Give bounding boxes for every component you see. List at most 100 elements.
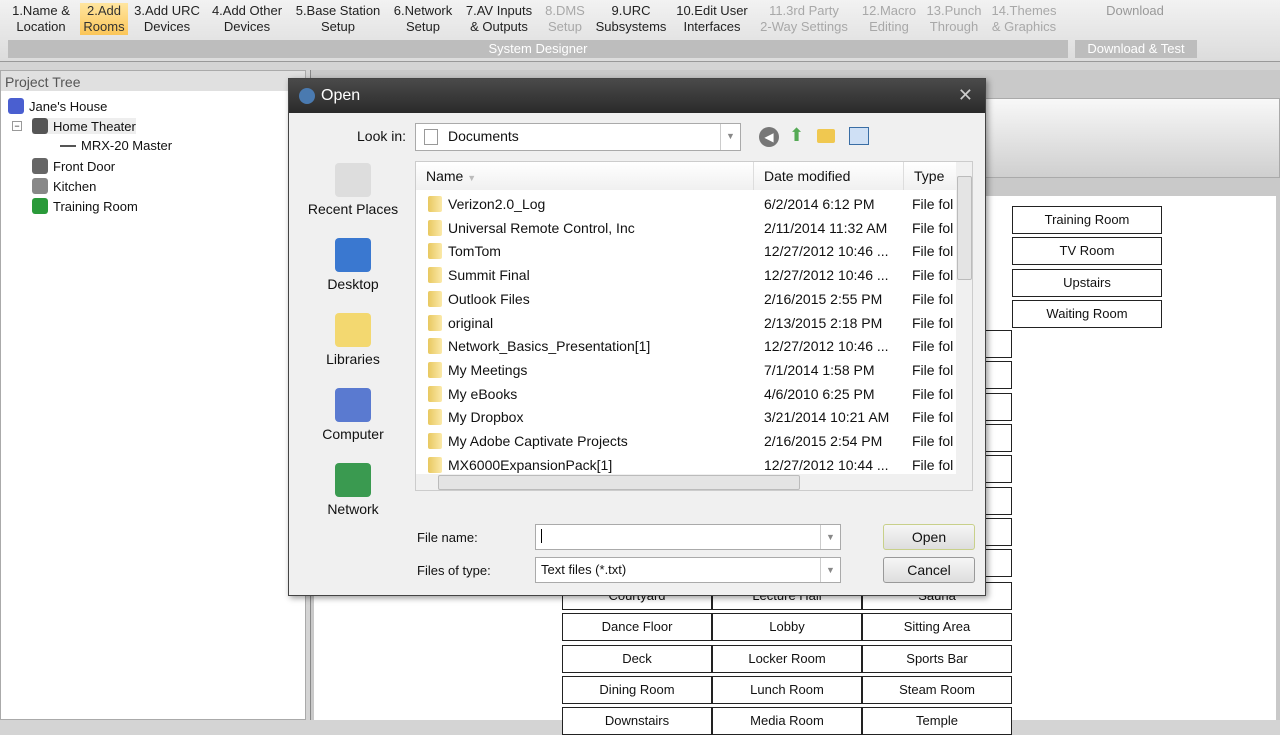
ribbon-step[interactable]: 12.Macro Editing (856, 3, 922, 35)
ribbon-step[interactable]: 2.Add Rooms (80, 3, 128, 35)
room-button[interactable]: Deck (562, 644, 712, 673)
tree-node[interactable]: Front Door (32, 158, 115, 174)
room-button[interactable]: Dining Room (562, 675, 712, 704)
ribbon-step[interactable]: 7.AV Inputs & Outputs (460, 3, 538, 35)
file-name: My eBooks (448, 385, 518, 402)
folder-icon (428, 361, 442, 378)
ribbon-step-line1: 4.Add Other (211, 3, 283, 18)
room-button[interactable]: Temple (862, 707, 1012, 735)
ribbon-step[interactable]: 8.DMS Setup (540, 3, 590, 35)
ribbon-step[interactable]: 6.Network Setup (387, 3, 459, 35)
place-computer[interactable]: Computer (299, 388, 407, 442)
new-folder-icon[interactable] (817, 129, 835, 143)
file-row[interactable]: Universal Remote Control, Inc 2/11/2014 1… (416, 216, 956, 240)
room-button[interactable]: Training Room (1012, 206, 1162, 234)
look-in-select[interactable]: Documents ▼ (415, 123, 741, 151)
ribbon-step-line2: Subsystems (595, 19, 667, 34)
folder-icon (428, 314, 442, 331)
folder-icon (428, 433, 442, 449)
room-button[interactable]: Waiting Room (1012, 299, 1162, 328)
ribbon-step-line2: Setup (406, 19, 440, 34)
file-name: TomTom (448, 243, 501, 260)
room-button[interactable]: Dance Floor (562, 613, 712, 642)
room-button[interactable]: Sports Bar (862, 644, 1012, 673)
ribbon-step[interactable]: 14.Themes & Graphics (988, 3, 1060, 35)
tree-node[interactable]: Training Room (32, 198, 138, 214)
room-button[interactable]: Downstairs (562, 707, 712, 735)
file-row[interactable]: Outlook Files 2/16/2015 2:55 PM File fol (416, 287, 956, 311)
up-folder-icon[interactable]: ⬆ (789, 125, 804, 146)
close-icon[interactable]: ✕ (958, 85, 973, 106)
ribbon-step-line2: Rooms (83, 19, 125, 34)
ribbon-step[interactable]: 1.Name & Location (8, 3, 74, 35)
file-row[interactable]: My Dropbox 3/21/2014 10:21 AM File fol (416, 405, 956, 429)
place-label: Recent Places (307, 201, 399, 217)
horizontal-scroll-thumb[interactable] (438, 475, 800, 490)
file-row[interactable]: My eBooks 4/6/2010 6:25 PM File fol (416, 382, 956, 406)
room-button[interactable]: Locker Room (712, 644, 862, 673)
room-button[interactable]: Media Room (712, 707, 862, 735)
file-name-input[interactable]: ▼ (535, 524, 841, 550)
open-button[interactable]: Open (883, 524, 975, 550)
tree-node[interactable]: MRX-20 Master (60, 138, 172, 153)
ribbon-step-line1: 11.3rd Party (769, 3, 839, 18)
ribbon-step[interactable]: 13.Punch Through (922, 3, 986, 35)
room-button[interactable]: Lobby (712, 613, 862, 642)
file-row[interactable]: My Meetings 7/1/2014 1:58 PM File fol (416, 358, 956, 382)
dialog-titlebar[interactable]: Open (289, 79, 985, 113)
collapse-icon[interactable]: − (12, 121, 22, 131)
file-date: 6/2/2014 6:12 PM (764, 196, 875, 212)
cancel-button[interactable]: Cancel (883, 557, 975, 583)
file-type-select[interactable]: Text files (*.txt) ▼ (535, 557, 841, 583)
chevron-down-icon[interactable]: ▼ (820, 558, 840, 582)
place-recent-places[interactable]: Recent Places (299, 163, 407, 217)
ribbon-step[interactable]: 10.Edit User Interfaces (672, 3, 752, 35)
tree-node-label: MRX-20 Master (81, 138, 173, 153)
file-row[interactable]: Network_Basics_Presentation[1] 12/27/2012… (416, 334, 956, 358)
room-button[interactable]: Lunch Room (712, 675, 862, 704)
room-button[interactable]: TV Room (1012, 237, 1162, 266)
ribbon-step-line2: Interfaces (683, 19, 741, 34)
room-button[interactable]: Steam Room (862, 675, 1012, 704)
file-row[interactable]: Summit Final 12/27/2012 10:46 ... File fol (416, 263, 956, 287)
file-list[interactable]: Name ▼ Date modified Type Verizon2.0_Log… (415, 161, 973, 491)
file-type: File fol (912, 219, 954, 236)
ribbon-step-line2: 2-Way Settings (760, 19, 848, 34)
download-button[interactable]: Download (1075, 3, 1195, 19)
place-desktop[interactable]: Desktop (299, 238, 407, 292)
column-name[interactable]: Name ▼ (416, 162, 754, 190)
vertical-scrollbar[interactable] (956, 162, 972, 474)
horizontal-scrollbar[interactable] (416, 474, 972, 490)
column-date[interactable]: Date modified (754, 162, 904, 190)
tree-node[interactable]: Jane's House (8, 98, 107, 114)
file-name-label: File name: (417, 530, 478, 545)
ribbon-step[interactable]: 5.Base Station Setup (290, 3, 386, 35)
place-label: Desktop (327, 276, 379, 292)
ribbon-step[interactable]: 4.Add Other Devices (205, 3, 289, 35)
ribbon-step[interactable]: 9.URC Subsystems (592, 3, 670, 35)
tree-node[interactable]: Kitchen (32, 178, 96, 194)
open-dialog: Open ✕ Look in: Documents ▼ ◀ ⬆ Recent P… (288, 78, 986, 596)
ribbon-step[interactable]: 3.Add URC Devices (130, 3, 204, 35)
room-button[interactable]: Sitting Area (862, 613, 1012, 642)
chevron-down-icon[interactable]: ▼ (820, 525, 840, 549)
ribbon-step-line2: Location (16, 19, 66, 34)
file-date: 2/16/2015 2:54 PM (764, 433, 883, 449)
file-row[interactable]: My Adobe Captivate Projects 2/16/2015 2:5… (416, 429, 956, 453)
place-network[interactable]: Network (299, 463, 407, 517)
column-type[interactable]: Type (904, 162, 964, 190)
tree-node-label: Training Room (53, 198, 138, 214)
file-row[interactable]: Verizon2.0_Log 6/2/2014 6:12 PM File fol (416, 192, 956, 216)
back-icon[interactable]: ◀ (759, 127, 779, 147)
view-menu-icon[interactable] (849, 127, 869, 145)
ribbon-step[interactable]: 11.3rd Party 2-Way Settings (752, 3, 856, 35)
chevron-down-icon[interactable]: ▼ (720, 124, 740, 150)
file-type-label: Files of type: (417, 563, 491, 578)
folder-icon (428, 219, 442, 236)
file-row[interactable]: original 2/13/2015 2:18 PM File fol (416, 311, 956, 335)
tree-node[interactable]: − Home Theater (12, 118, 136, 134)
place-libraries[interactable]: Libraries (299, 313, 407, 367)
file-row[interactable]: TomTom 12/27/2012 10:46 ... File fol (416, 239, 956, 263)
room-button[interactable]: Upstairs (1012, 268, 1162, 297)
vertical-scroll-thumb[interactable] (957, 176, 972, 280)
